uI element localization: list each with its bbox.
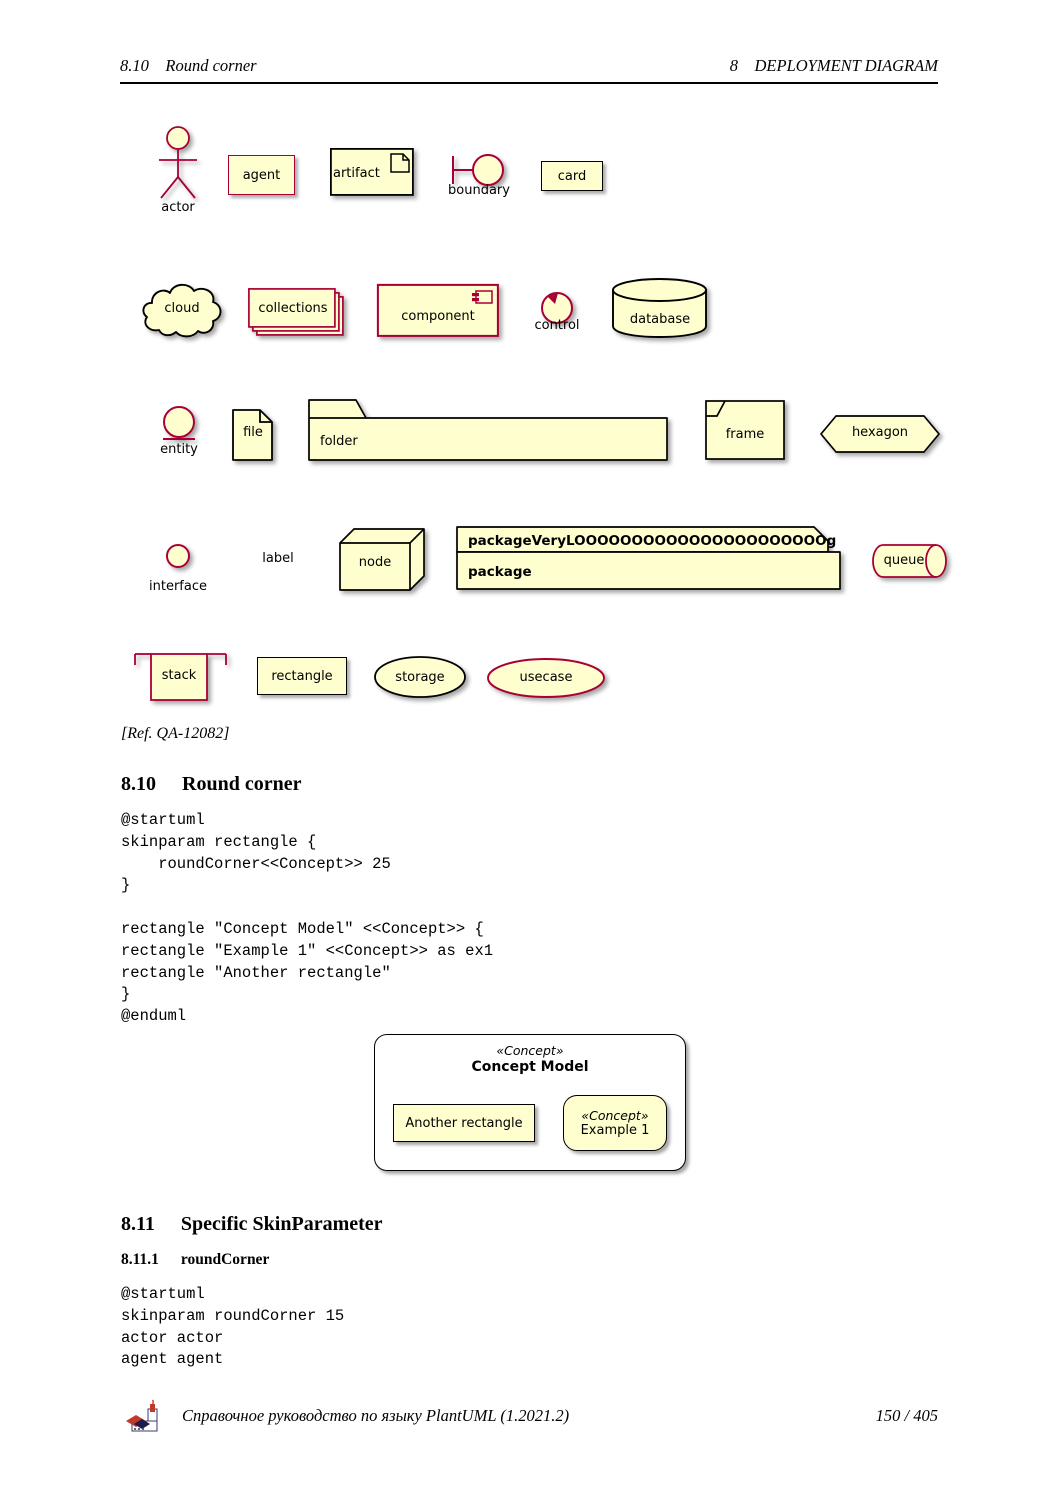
footer-title: Справочное руководство по языку PlantUML… — [182, 1406, 570, 1425]
heading-8-11-1-number: 8.11.1 — [121, 1251, 159, 1268]
concept-model-stereotype: «Concept» — [496, 1043, 564, 1058]
running-header: 8.10 Round corner 8 DEPLOYMENT DIAGRAM — [120, 56, 938, 86]
shape-storage-label: storage — [395, 670, 445, 685]
footer-page-number: 150 / 405 — [875, 1406, 938, 1425]
heading-8-10-title: Round corner — [182, 773, 302, 795]
shape-interface-caption: interface — [149, 579, 207, 594]
shape-folder — [308, 399, 668, 461]
header-rule — [120, 82, 938, 84]
heading-8-11-number: 8.11 — [121, 1213, 155, 1235]
heading-8-11-1-title: roundCorner — [180, 1251, 270, 1268]
concept-model-diagram: «Concept» Concept Model Another rectangl… — [374, 1034, 686, 1171]
shape-boundary-caption: boundary — [448, 183, 510, 198]
code-block-8-11-1: @startuml skinparam roundCorner 15 actor… — [121, 1285, 345, 1369]
concept-model-child-rectangle: Another rectangle — [393, 1104, 535, 1142]
shape-database — [612, 278, 708, 338]
shape-collections-label: collections — [258, 301, 328, 316]
shape-agent-label: agent — [242, 167, 281, 183]
heading-8-11-1: 8.11.1 roundCorner — [121, 1251, 269, 1269]
shape-usecase-label: usecase — [519, 670, 573, 685]
shape-entity-caption: entity — [160, 442, 198, 457]
shape-component-label: component — [401, 309, 475, 324]
ref-note: [Ref. QA-12082] — [121, 725, 230, 742]
document-page: 8.10 Round corner 8 DEPLOYMENT DIAGRAM a… — [0, 0, 1060, 1500]
concept-model-child-stereotype: «Concept» — [581, 1108, 649, 1123]
shape-control-caption: control — [534, 318, 580, 333]
shape-package-header-label: packageVeryLOOOOOOOOOOOOOOOOOOOOOOg — [468, 533, 837, 549]
shape-cloud-label: cloud — [164, 301, 200, 316]
shape-actor-caption: actor — [161, 200, 195, 215]
header-section-label: 8.10 Round corner — [120, 56, 257, 75]
shape-entity — [159, 405, 199, 447]
shape-actor — [150, 125, 206, 205]
shape-database-label: database — [629, 312, 691, 327]
shape-card-label: card — [557, 168, 587, 184]
concept-model-title: Concept Model — [471, 1059, 589, 1075]
heading-8-10-number: 8.10 — [121, 773, 156, 795]
shape-folder-label: folder — [320, 434, 358, 449]
plantuml-logo-icon — [124, 1399, 164, 1434]
page-footer: Справочное руководство по языку PlantUML… — [120, 1399, 938, 1434]
heading-8-10: 8.10 Round corner — [121, 773, 301, 796]
shape-rectangle: rectangle — [257, 657, 347, 695]
shape-node-label: node — [358, 555, 392, 570]
heading-8-11: 8.11 Specific SkinParameter — [121, 1213, 383, 1236]
header-chapter-label: 8 DEPLOYMENT DIAGRAM — [729, 56, 938, 75]
shape-queue-label: queue — [883, 553, 925, 568]
shape-agent: agent — [228, 155, 295, 195]
shape-hexagon-label: hexagon — [851, 425, 909, 440]
shape-card: card — [541, 161, 603, 191]
shape-label-text: label — [262, 551, 294, 566]
shape-rectangle-label: rectangle — [271, 668, 333, 684]
shape-artifact-label: artifact — [333, 166, 380, 181]
shape-frame-label: frame — [725, 427, 765, 442]
heading-8-11-title: Specific SkinParameter — [180, 1213, 383, 1235]
concept-model-child-concept: «Concept» Example 1 — [563, 1095, 667, 1151]
shape-interface — [165, 543, 191, 569]
concept-model-child-name: Example 1 — [580, 1123, 650, 1138]
shape-stack-label: stack — [161, 668, 197, 683]
code-block-8-10: @startuml skinparam rectangle { roundCor… — [121, 811, 494, 1026]
shape-package-body-label: package — [468, 564, 532, 580]
shape-file-label: file — [243, 425, 263, 440]
